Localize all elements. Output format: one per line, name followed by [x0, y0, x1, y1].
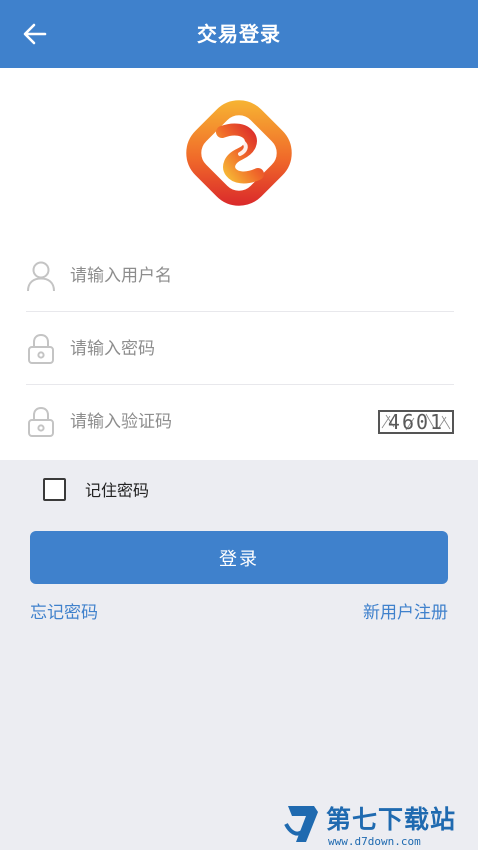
register-link[interactable]: 新用户注册 [363, 598, 448, 623]
header-bar: 交易登录 [0, 0, 478, 68]
watermark-logo [284, 806, 318, 842]
brand-logo [186, 100, 292, 206]
captcha-image[interactable]: 4601 [378, 410, 454, 434]
captcha-input[interactable] [70, 404, 370, 440]
lock-icon [28, 406, 54, 437]
page-title: 交易登录 [197, 22, 281, 46]
watermark: 第七下载站 www.d7down.com [284, 800, 474, 850]
lock-icon [28, 333, 54, 364]
login-button[interactable]: 登录 [30, 531, 448, 584]
watermark-url: www.d7down.com [328, 835, 421, 848]
remember-checkbox[interactable] [43, 477, 66, 501]
forgot-password-link[interactable]: 忘记密码 [30, 598, 98, 623]
watermark-name: 第七下载站 [326, 805, 457, 834]
remember-label: 记住密码 [85, 481, 150, 500]
captcha-code: 4601 [387, 410, 445, 434]
username-row [26, 240, 454, 312]
remember-password-toggle[interactable]: 记住密码 [43, 477, 149, 501]
password-input[interactable] [70, 331, 370, 367]
password-row [26, 313, 454, 385]
captcha-row: 4601 [26, 386, 454, 458]
username-input[interactable] [70, 258, 370, 294]
user-icon [27, 261, 55, 292]
